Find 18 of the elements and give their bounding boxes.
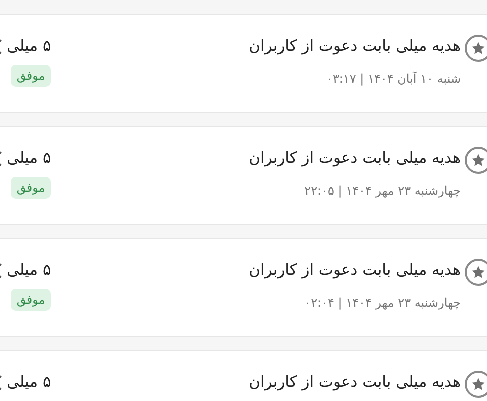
transaction-title: هدیه میلی بابت دعوت از کاربران [249, 260, 461, 281]
transaction-card[interactable]: هدیه میلی بابت دعوت از کاربران ۵ میلی [0, 350, 487, 401]
transaction-card[interactable]: هدیه میلی بابت دعوت از کاربران چهارشنبه ۲۳ مهر ۱۴۰۴ | ۲۲:۰۵ ۵ میلی موفق [0, 126, 487, 225]
transaction-date: چهارشنبه ۲۳ مهر ۱۴۰۴ | ۲۲:۰۵ [304, 183, 461, 200]
transaction-card[interactable]: هدیه میلی بابت دعوت از کاربران چهارشنبه ۲۳ مهر ۱۴۰۴ | ۰۲:۰۴ ۵ میلی موفق [0, 238, 487, 337]
amount: ۵ میلی [7, 372, 52, 393]
transaction-title: هدیه میلی بابت دعوت از کاربران [249, 36, 461, 57]
status-badge: موفق [10, 65, 52, 87]
amount: ۵ میلی [7, 260, 52, 281]
amount: ۵ میلی [7, 148, 52, 169]
transaction-date: شنبه ۱۰ آبان ۱۴۰۴ | ۰۳:۱۷ [326, 71, 461, 88]
transaction-date: چهارشنبه ۲۳ مهر ۱۴۰۴ | ۰۲:۰۴ [304, 295, 461, 312]
transaction-title: هدیه میلی بابت دعوت از کاربران [249, 372, 461, 393]
transaction-card[interactable]: هدیه میلی بابت دعوت از کاربران شنبه ۱۰ آبان ۱۴۰۴ | ۰۳:۱۷ ۵ میلی موفق [0, 14, 487, 113]
amount: ۵ میلی [7, 36, 52, 57]
transaction-title: هدیه میلی بابت دعوت از کاربران [249, 148, 461, 169]
status-badge: موفق [10, 177, 52, 199]
status-badge: موفق [10, 289, 52, 311]
